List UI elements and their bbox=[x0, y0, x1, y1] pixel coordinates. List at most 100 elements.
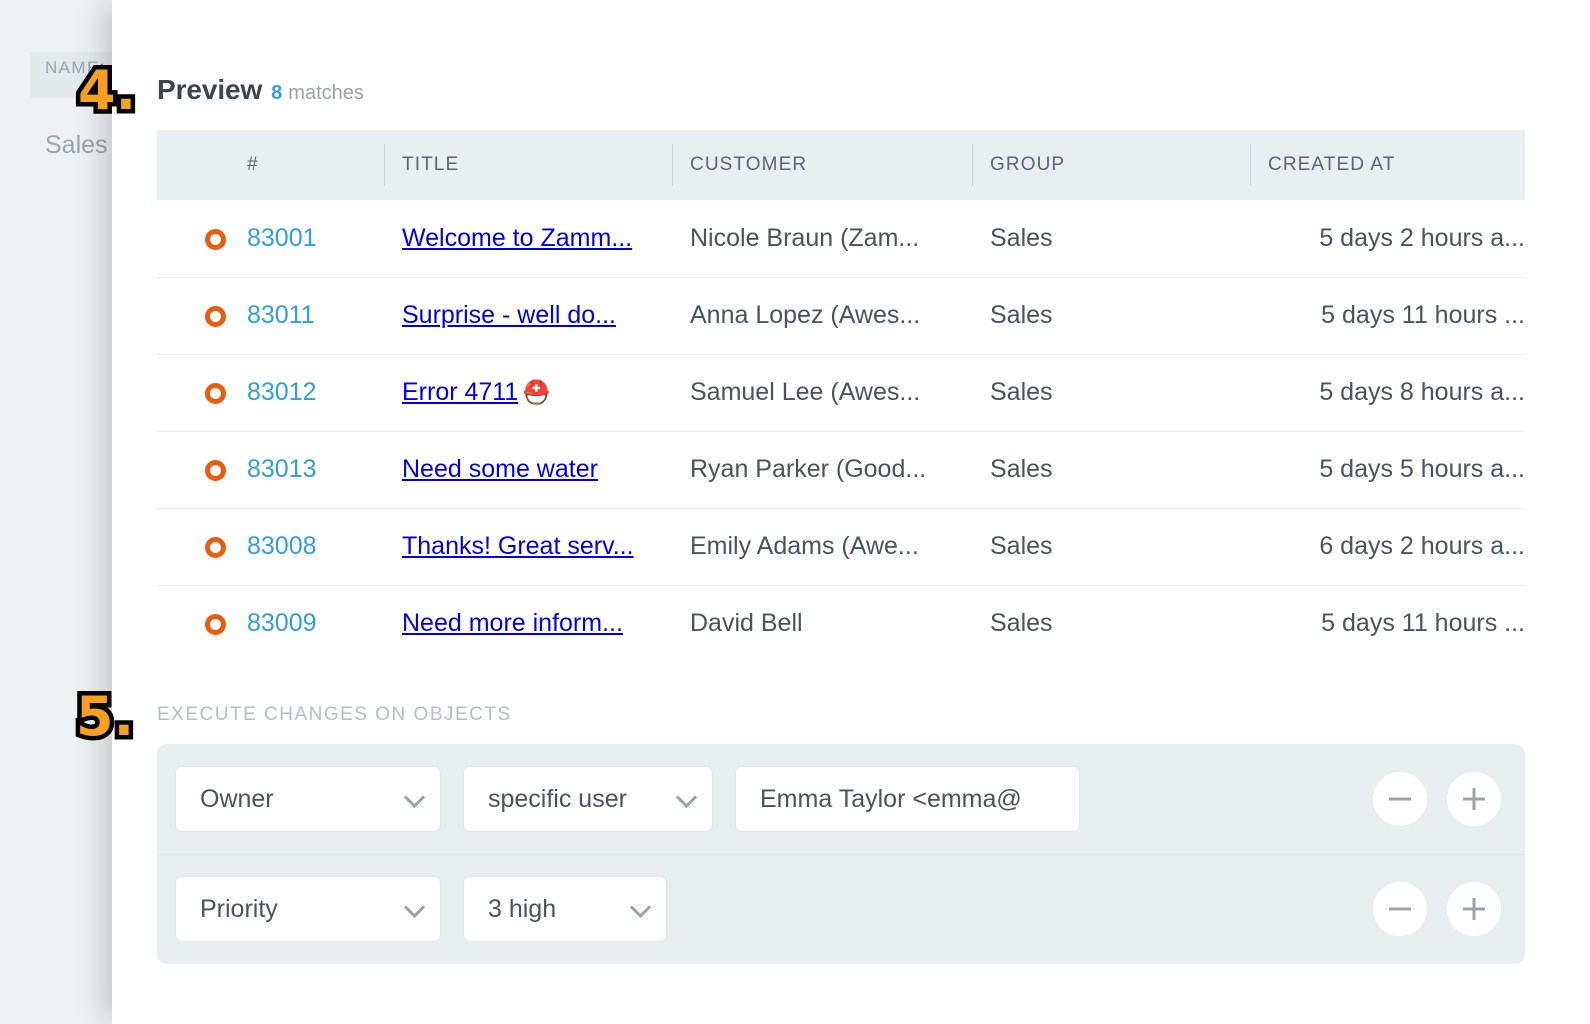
match-count-label: matches bbox=[288, 82, 364, 104]
match-count: 8 bbox=[271, 82, 283, 104]
ticket-customer-cell: Nicole Braun (Zam... bbox=[690, 223, 920, 252]
preview-heading: Preview 8 matches bbox=[157, 74, 364, 106]
change-row: Owner specific user Emma Taylor <emma@ bbox=[157, 744, 1525, 854]
ticket-state-cell bbox=[157, 200, 229, 277]
ticket-customer-cell: Ryan Parker (Good... bbox=[690, 455, 927, 483]
operator-select[interactable]: 3 high bbox=[463, 876, 667, 942]
table-row[interactable]: 83008 Thanks! Great serv... Emily Adams (A… bbox=[157, 508, 1525, 585]
ticket-created-at-cell: 5 days 8 hours a... bbox=[1319, 378, 1525, 406]
ticket-state-cell bbox=[157, 354, 229, 431]
ticket-title-cell: Need more inform... bbox=[384, 585, 672, 662]
execute-changes-label: EXECUTE CHANGES ON OBJECTS bbox=[157, 704, 512, 725]
attribute-select[interactable]: Priority bbox=[175, 876, 441, 942]
bulk-change-modal: Preview 8 matches # TITLE CUSTOMER GROUP… bbox=[112, 0, 1590, 1024]
table-row[interactable]: 83013 Need some water Ryan Parker (Good...… bbox=[157, 431, 1525, 508]
ticket-group-cell: Sales bbox=[990, 609, 1053, 638]
ticket-number-cell: 83001 bbox=[229, 200, 384, 277]
column-header-group[interactable]: GROUP bbox=[972, 130, 1250, 200]
open-ticket-icon bbox=[205, 382, 226, 404]
table-row[interactable]: 83011 Surprise - well do... Anna Lopez (Aw… bbox=[157, 277, 1525, 354]
attribute-select-label: Priority bbox=[200, 894, 278, 923]
remove-change-button[interactable] bbox=[1373, 772, 1427, 826]
ticket-state-cell bbox=[157, 277, 229, 354]
value-input[interactable]: Emma Taylor <emma@ bbox=[735, 766, 1080, 832]
ticket-group-cell: Sales bbox=[990, 301, 1053, 329]
rescue-helmet-icon: ⛑️ bbox=[522, 379, 551, 405]
open-ticket-icon bbox=[205, 228, 226, 250]
column-header-created-at[interactable]: CREATED AT bbox=[1250, 130, 1525, 200]
ticket-state-cell bbox=[157, 431, 229, 508]
background-row-value-sales: Sales bbox=[45, 131, 108, 159]
ticket-title-cell: Welcome to Zamm... bbox=[384, 200, 672, 277]
ticket-number-cell: 83011 bbox=[229, 277, 384, 354]
operator-select[interactable]: specific user bbox=[463, 766, 713, 832]
change-row: Priority 3 high bbox=[157, 854, 1525, 964]
ticket-title-cell: Surprise - well do... bbox=[384, 277, 672, 354]
annotation-badge-4: 4. bbox=[73, 59, 140, 122]
open-ticket-icon bbox=[205, 305, 226, 327]
table-head: # TITLE CUSTOMER GROUP CREATED AT bbox=[157, 130, 1525, 200]
table-row[interactable]: 83012 Error 4711 ⛑️ Samuel Lee (Awes... Sale… bbox=[157, 354, 1525, 431]
open-ticket-icon bbox=[205, 536, 226, 558]
ticket-created-at-cell: 6 days 2 hours a... bbox=[1319, 532, 1525, 560]
ticket-number-link[interactable]: 83011 bbox=[247, 301, 315, 329]
ticket-title-cell: Thanks! Great serv... bbox=[384, 508, 672, 585]
ticket-title-link[interactable]: Surprise - well do... bbox=[402, 301, 616, 329]
column-header-customer[interactable]: CUSTOMER bbox=[672, 130, 972, 200]
table-row[interactable]: 83001 Welcome to Zamm... Nicole Braun (Zam… bbox=[157, 200, 1525, 277]
column-header-title[interactable]: TITLE bbox=[384, 130, 672, 200]
ticket-title-link[interactable]: Need some water bbox=[402, 455, 598, 483]
ticket-group-cell: Sales bbox=[990, 378, 1053, 406]
ticket-number-link[interactable]: 83008 bbox=[247, 532, 317, 560]
ticket-title-link[interactable]: Error 4711 bbox=[402, 378, 518, 406]
ticket-customer-cell: David Bell bbox=[690, 609, 803, 638]
preview-table: # TITLE CUSTOMER GROUP CREATED AT 83001 W… bbox=[157, 130, 1525, 662]
table-body: 83001 Welcome to Zamm... Nicole Braun (Zam… bbox=[157, 200, 1525, 662]
page-title: Preview bbox=[157, 74, 263, 105]
column-header-state bbox=[157, 130, 229, 200]
chevron-down-icon bbox=[403, 786, 426, 809]
ticket-created-at-cell: 5 days 2 hours a... bbox=[1319, 223, 1525, 252]
annotation-badge-5: 5. bbox=[71, 685, 138, 748]
ticket-number-link[interactable]: 83013 bbox=[247, 455, 317, 483]
ticket-created-at-cell: 5 days 5 hours a... bbox=[1319, 455, 1525, 483]
add-change-button[interactable] bbox=[1447, 882, 1501, 936]
ticket-created-at-cell: 5 days 11 hours ... bbox=[1321, 609, 1525, 638]
ticket-title-link[interactable]: Thanks! Great serv... bbox=[402, 532, 634, 560]
add-change-button[interactable] bbox=[1447, 772, 1501, 826]
remove-change-button[interactable] bbox=[1373, 882, 1427, 936]
ticket-customer-cell: Samuel Lee (Awes... bbox=[690, 378, 921, 406]
ticket-customer-cell: Emily Adams (Awe... bbox=[690, 532, 919, 560]
execute-changes-panel: Owner specific user Emma Taylor <emma@ Prio… bbox=[157, 744, 1525, 964]
ticket-number-cell: 83013 bbox=[229, 431, 384, 508]
open-ticket-icon bbox=[205, 614, 226, 636]
open-ticket-icon bbox=[205, 459, 226, 481]
ticket-number-cell: 83009 bbox=[229, 585, 384, 662]
chevron-down-icon bbox=[403, 896, 426, 919]
attribute-select[interactable]: Owner bbox=[175, 766, 441, 832]
ticket-number-cell: 83008 bbox=[229, 508, 384, 585]
chevron-down-icon bbox=[675, 786, 698, 809]
ticket-customer-cell: Anna Lopez (Awes... bbox=[690, 301, 921, 329]
ticket-state-cell bbox=[157, 508, 229, 585]
ticket-number-link[interactable]: 83012 bbox=[247, 378, 317, 406]
ticket-title-link[interactable]: Need more inform... bbox=[402, 609, 623, 637]
table-header-row: # TITLE CUSTOMER GROUP CREATED AT bbox=[157, 130, 1525, 200]
chevron-down-icon bbox=[629, 896, 652, 919]
row-actions bbox=[1373, 882, 1501, 936]
table-row[interactable]: 83009 Need more inform... David Bell Sales 5… bbox=[157, 585, 1525, 662]
ticket-title-link[interactable]: Welcome to Zamm... bbox=[402, 224, 632, 252]
row-actions bbox=[1373, 772, 1501, 826]
ticket-state-cell bbox=[157, 585, 229, 662]
ticket-created-at-cell: 5 days 11 hours ... bbox=[1321, 301, 1525, 329]
ticket-number-link[interactable]: 83001 bbox=[247, 224, 317, 252]
ticket-number-link[interactable]: 83009 bbox=[247, 609, 317, 637]
background-table-layer: NAME Sales bbox=[0, 0, 130, 1024]
column-header-number[interactable]: # bbox=[229, 130, 384, 200]
ticket-title-cell: Error 4711 ⛑️ bbox=[384, 354, 672, 431]
operator-select-label: specific user bbox=[488, 784, 627, 813]
ticket-title-cell: Need some water bbox=[384, 431, 672, 508]
modal-content: Preview 8 matches # TITLE CUSTOMER GROUP… bbox=[112, 0, 1590, 1024]
operator-select-label: 3 high bbox=[488, 894, 557, 923]
ticket-group-cell: Sales bbox=[990, 532, 1053, 560]
